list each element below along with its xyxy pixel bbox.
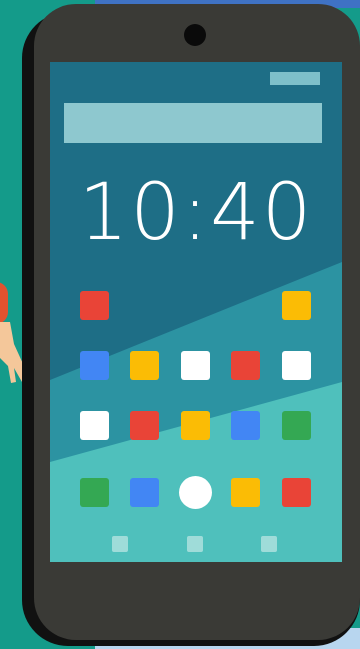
app-icon[interactable] xyxy=(231,478,260,507)
person-sleeve xyxy=(0,282,8,324)
app-icon[interactable] xyxy=(282,291,311,320)
app-icon[interactable] xyxy=(80,351,109,380)
app-icon[interactable] xyxy=(231,411,260,440)
dock-indicator-right[interactable] xyxy=(261,536,277,552)
dock-indicator-left[interactable] xyxy=(112,536,128,552)
front-camera xyxy=(184,24,206,46)
app-icon[interactable] xyxy=(181,411,210,440)
status-bar-indicator xyxy=(270,72,320,85)
dock-indicator-center[interactable] xyxy=(187,536,203,552)
app-icon[interactable] xyxy=(130,411,159,440)
home-button[interactable] xyxy=(179,476,212,509)
notification-bar[interactable] xyxy=(64,103,322,143)
app-icon[interactable] xyxy=(231,351,260,380)
clock-display: 10:40 xyxy=(78,168,314,258)
app-icon[interactable] xyxy=(130,351,159,380)
app-icon[interactable] xyxy=(80,291,109,320)
app-icon[interactable] xyxy=(80,411,109,440)
app-icon[interactable] xyxy=(130,478,159,507)
app-icon[interactable] xyxy=(80,478,109,507)
app-icon[interactable] xyxy=(282,478,311,507)
app-icon[interactable] xyxy=(282,351,311,380)
app-icon[interactable] xyxy=(181,351,210,380)
app-icon[interactable] xyxy=(282,411,311,440)
